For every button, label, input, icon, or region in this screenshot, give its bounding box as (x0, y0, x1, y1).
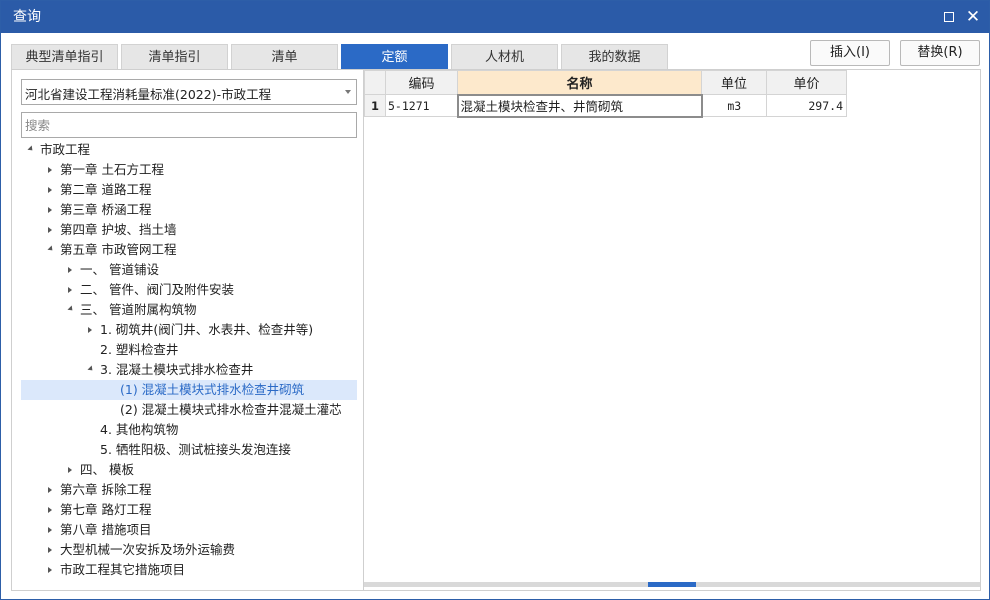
tree-item[interactable]: 四、 模板 (12, 460, 362, 480)
column-header-name[interactable]: 名称 (457, 70, 702, 95)
tree-item[interactable]: 第三章 桥涵工程 (12, 200, 362, 220)
tree-item-label: 市政工程 (40, 142, 91, 157)
replace-button[interactable]: 替换(R) (900, 40, 980, 66)
tree-item-label: 5. 牺牲阳极、测试桩接头发泡连接 (100, 442, 291, 457)
close-icon[interactable]: ✕ (963, 7, 983, 27)
tree-item-label: 第六章 拆除工程 (60, 482, 152, 497)
tree-item[interactable]: 5. 牺牲阳极、测试桩接头发泡连接 (12, 440, 362, 460)
expand-arrow-icon[interactable] (48, 187, 52, 193)
column-header-unit[interactable]: 单位 (701, 70, 767, 95)
tab-list[interactable]: 清单 (231, 44, 338, 70)
tab-list-guide[interactable]: 清单指引 (121, 44, 228, 70)
cell-price[interactable]: 297.4 (766, 94, 847, 117)
tree-item[interactable]: 二、 管件、阀门及附件安装 (12, 280, 362, 300)
tree-item[interactable]: (2) 混凝土模块式排水检查井混凝土灌芯 (12, 400, 362, 420)
tree-item-label: 第二章 道路工程 (60, 182, 152, 197)
tree-item-label: 1. 砌筑井(阀门井、水表井、检查井等) (100, 322, 314, 337)
tree-item[interactable]: 市政工程其它措施项目 (12, 560, 362, 580)
tree-item[interactable]: 市政工程 (12, 140, 362, 160)
expand-arrow-icon[interactable] (48, 527, 52, 533)
maximize-icon[interactable] (939, 7, 959, 27)
tree-item-label: 第八章 措施项目 (60, 522, 152, 537)
tree-item-label: 3. 混凝土模块式排水检查井 (100, 362, 254, 377)
horizontal-scrollbar[interactable] (364, 582, 980, 587)
tree-item-label: 第七章 路灯工程 (60, 502, 152, 517)
collapse-arrow-icon[interactable] (47, 245, 55, 253)
tab-labor-material-machine[interactable]: 人材机 (451, 44, 558, 70)
collapse-arrow-icon[interactable] (87, 365, 95, 373)
collapse-arrow-icon[interactable] (27, 145, 35, 153)
chevron-down-icon (345, 90, 351, 94)
search-input[interactable] (21, 112, 357, 138)
expand-arrow-icon[interactable] (48, 227, 52, 233)
query-window: 查询 ✕ 典型清单指引 清单指引 清单 定额 人材机 我的数据 插入(I) 替换… (0, 0, 990, 600)
tree-item-label: 二、 管件、阀门及附件安装 (80, 282, 234, 297)
tree-item-label: 一、 管道铺设 (80, 262, 159, 277)
tree-item-label: 4. 其他构筑物 (100, 422, 179, 437)
expand-arrow-icon[interactable] (68, 267, 72, 273)
expand-arrow-icon[interactable] (48, 507, 52, 513)
tree-item[interactable]: 2. 塑料检查井 (12, 340, 362, 360)
right-panel: 编码 名称 单位 单价 1 5-1271 混凝土模块检查井、井筒砌筑 m3 29… (363, 69, 981, 591)
grid-corner (364, 70, 386, 95)
expand-arrow-icon[interactable] (88, 327, 92, 333)
tree-item-label: (2) 混凝土模块式排水检查井混凝土灌芯 (120, 402, 342, 417)
expand-arrow-icon[interactable] (48, 567, 52, 573)
insert-button[interactable]: 插入(I) (810, 40, 890, 66)
cell-code[interactable]: 5-1271 (385, 94, 458, 117)
scrollbar-thumb[interactable] (648, 582, 696, 587)
tree-item-label: 第三章 桥涵工程 (60, 202, 152, 217)
expand-arrow-icon[interactable] (68, 467, 72, 473)
tree-item-label: 第四章 护坡、挡土墙 (60, 222, 177, 237)
tree-item[interactable]: 4. 其他构筑物 (12, 420, 362, 440)
tree-item-label: 大型机械一次安拆及场外运输费 (60, 542, 236, 557)
grid-header-row: 编码 名称 单位 单价 (364, 70, 847, 95)
tree-item[interactable]: 大型机械一次安拆及场外运输费 (12, 540, 362, 560)
tree-item[interactable]: 1. 砌筑井(阀门井、水表井、检查井等) (12, 320, 362, 340)
tree-item-label: 市政工程其它措施项目 (60, 562, 186, 577)
tab-my-data[interactable]: 我的数据 (561, 44, 668, 70)
tree-item[interactable]: 第八章 措施项目 (12, 520, 362, 540)
tree-item-label: 第五章 市政管网工程 (60, 242, 177, 257)
tree-item[interactable]: 3. 混凝土模块式排水检查井 (12, 360, 362, 380)
cell-unit[interactable]: m3 (701, 94, 767, 117)
tree-item[interactable]: 第六章 拆除工程 (12, 480, 362, 500)
tree-item[interactable]: (1) 混凝土模块式排水检查井砌筑 (21, 380, 357, 400)
tree-item-label: 四、 模板 (80, 462, 134, 477)
title-bar[interactable]: 查询 ✕ (1, 1, 989, 33)
quota-grid: 编码 名称 单位 单价 1 5-1271 混凝土模块检查井、井筒砌筑 m3 29… (364, 70, 847, 118)
tree-item-label: 三、 管道附属构筑物 (80, 302, 197, 317)
left-panel: 河北省建设工程消耗量标准(2022)-市政工程 市政工程第一章 土石方工程第二章… (11, 69, 363, 591)
collapse-arrow-icon[interactable] (67, 305, 75, 313)
expand-arrow-icon[interactable] (48, 167, 52, 173)
expand-arrow-icon[interactable] (68, 287, 72, 293)
tree-item-label: (1) 混凝土模块式排水检查井砌筑 (120, 382, 305, 397)
tree-item[interactable]: 一、 管道铺设 (12, 260, 362, 280)
tab-quota[interactable]: 定额 (341, 44, 448, 70)
library-select-value: 河北省建设工程消耗量标准(2022)-市政工程 (25, 87, 272, 102)
row-number: 1 (364, 94, 386, 117)
tree-item[interactable]: 第四章 护坡、挡土墙 (12, 220, 362, 240)
tree-item[interactable]: 三、 管道附属构筑物 (12, 300, 362, 320)
cell-name[interactable]: 混凝土模块检查井、井筒砌筑 (456, 93, 703, 118)
tab-typical-list-guide[interactable]: 典型清单指引 (11, 44, 118, 70)
tree-item-label: 第一章 土石方工程 (60, 162, 164, 177)
column-header-code[interactable]: 编码 (385, 70, 458, 95)
tree-item-label: 2. 塑料检查井 (100, 342, 179, 357)
tree-item[interactable]: 第七章 路灯工程 (12, 500, 362, 520)
expand-arrow-icon[interactable] (48, 547, 52, 553)
tree-item[interactable]: 第一章 土石方工程 (12, 160, 362, 180)
table-row[interactable]: 1 5-1271 混凝土模块检查井、井筒砌筑 m3 297.4 (364, 93, 847, 118)
expand-arrow-icon[interactable] (48, 207, 52, 213)
library-select[interactable]: 河北省建设工程消耗量标准(2022)-市政工程 (21, 79, 357, 105)
expand-arrow-icon[interactable] (48, 487, 52, 493)
tree-item[interactable]: 第二章 道路工程 (12, 180, 362, 200)
column-header-price[interactable]: 单价 (766, 70, 847, 95)
tree-item[interactable]: 第五章 市政管网工程 (12, 240, 362, 260)
window-title: 查询 (13, 9, 41, 25)
